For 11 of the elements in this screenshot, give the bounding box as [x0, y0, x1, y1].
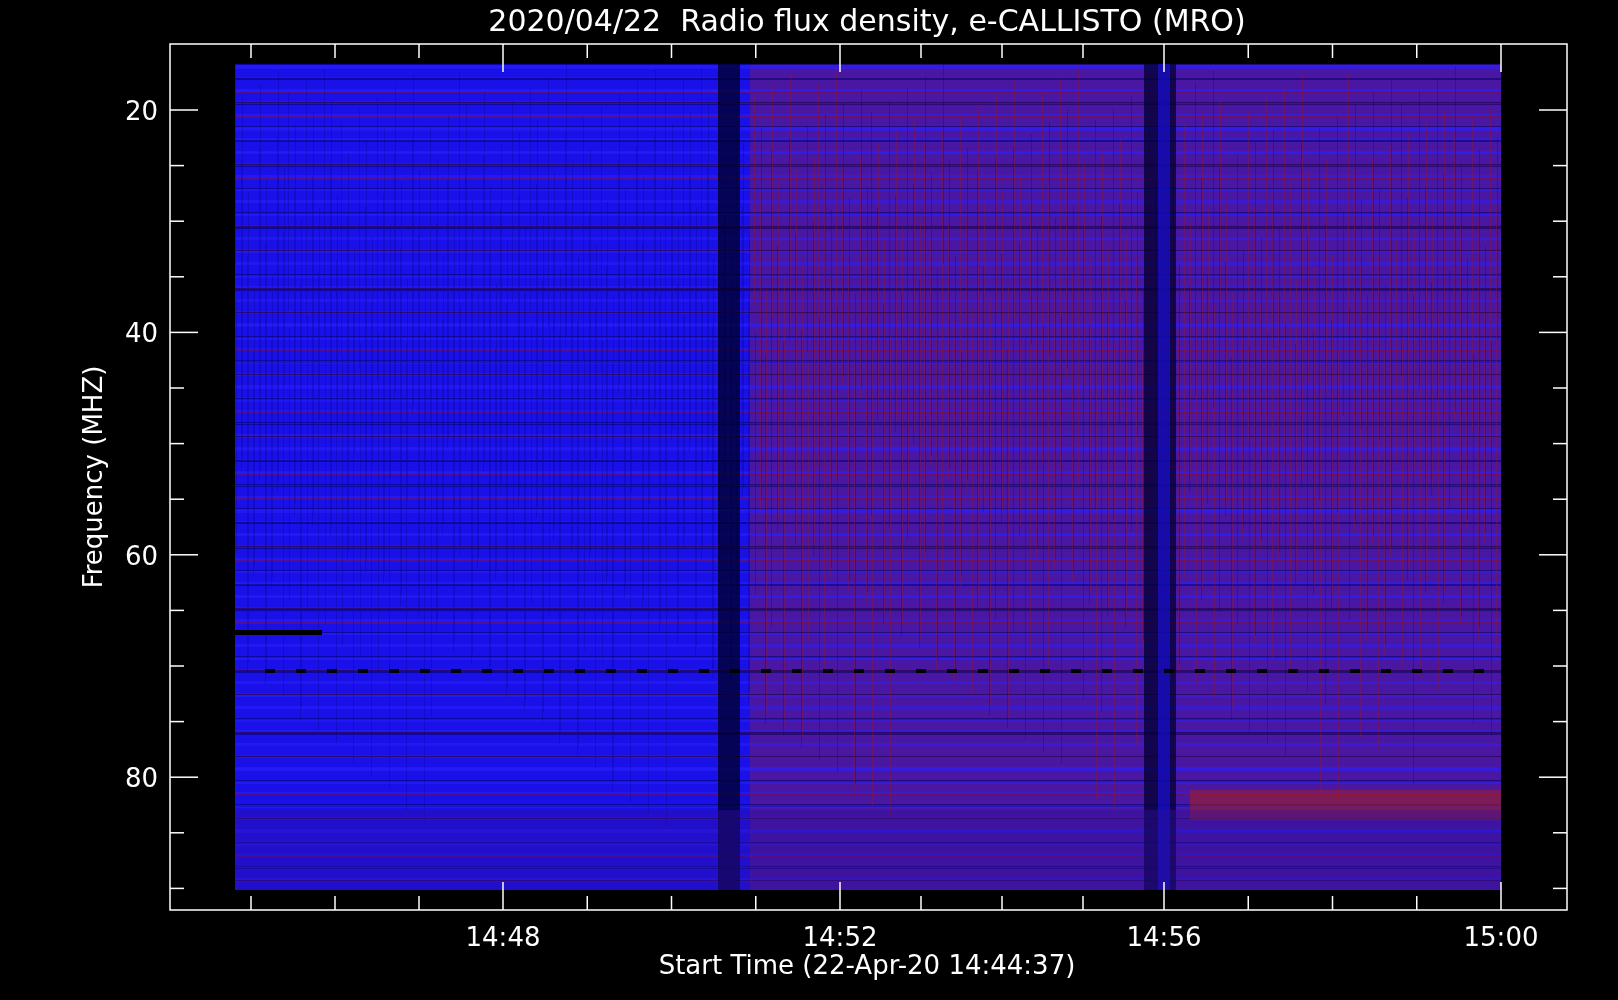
x-tick-label: 15:00	[1463, 922, 1539, 952]
x-tick-label: 14:48	[465, 922, 541, 952]
y-tick-label: 20	[124, 96, 158, 126]
x-tick-label: 14:52	[802, 922, 878, 952]
y-axis-label: Frequency (MHZ)	[78, 365, 108, 589]
x-tick-label: 14:56	[1126, 922, 1202, 952]
y-tick-label: 80	[124, 763, 158, 794]
y-tick-label: 40	[124, 318, 158, 349]
y-tick-label: 60	[124, 540, 158, 571]
x-axis-label: Start Time (22-Apr-20 14:44:37)	[658, 950, 1076, 980]
chart-title: 2020/04/22 Radio flux density, e-CALLISTO (MRO)	[488, 3, 1246, 38]
